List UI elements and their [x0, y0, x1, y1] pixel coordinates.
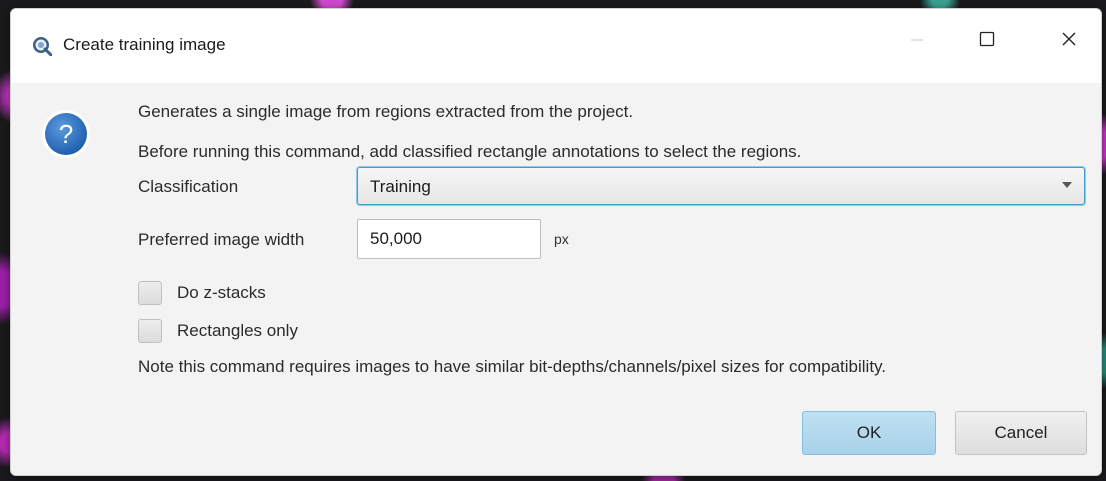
minimize-button[interactable]: [893, 23, 941, 59]
help-question-icon: ?: [41, 109, 91, 159]
do-z-stacks-row[interactable]: Do z-stacks: [138, 280, 266, 306]
minimize-icon: [910, 32, 924, 51]
rectangles-only-row[interactable]: Rectangles only: [138, 318, 298, 344]
classification-selected-value: Training: [370, 177, 431, 196]
close-icon: [1061, 31, 1077, 51]
dialog-body: ? Generates a single image from regions …: [11, 83, 1101, 475]
rectangles-only-checkbox[interactable]: [138, 319, 162, 343]
classification-dropdown[interactable]: Training: [357, 167, 1085, 205]
maximize-button[interactable]: [963, 23, 1011, 59]
svg-text:?: ?: [59, 119, 73, 149]
close-button[interactable]: [1045, 23, 1093, 59]
preferred-width-input[interactable]: [357, 219, 541, 259]
maximize-icon: [979, 31, 995, 51]
description-line-2: Before running this command, add classif…: [138, 142, 802, 161]
do-z-stacks-checkbox[interactable]: [138, 281, 162, 305]
description-line-1: Generates a single image from regions ex…: [138, 102, 634, 121]
ok-button[interactable]: OK: [802, 411, 936, 455]
window-title: Create training image: [63, 35, 226, 54]
qupath-logo-icon: [32, 36, 53, 57]
cancel-button[interactable]: Cancel: [955, 411, 1087, 455]
rectangles-only-label: Rectangles only: [177, 321, 298, 340]
title-bar[interactable]: Create training image: [11, 9, 1101, 83]
do-z-stacks-label: Do z-stacks: [177, 283, 266, 302]
preferred-width-label: Preferred image width: [138, 230, 305, 249]
chevron-down-icon: [1062, 182, 1072, 188]
classification-label: Classification: [138, 177, 239, 196]
compatibility-note: Note this command requires images to hav…: [138, 357, 887, 376]
create-training-image-dialog: Create training image ? Generates a sing…: [10, 8, 1102, 476]
width-unit-label: px: [554, 231, 569, 247]
